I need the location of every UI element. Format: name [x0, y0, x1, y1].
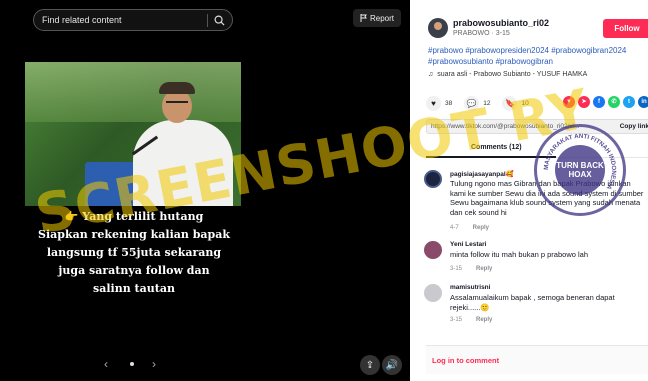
avatar[interactable]: [424, 170, 442, 188]
autoscroll-icon[interactable]: ⇪: [360, 355, 380, 375]
search-divider: [207, 14, 208, 27]
comment-text: Tulung ngono mas Gibran dan bapak Prabow…: [450, 179, 644, 217]
follow-button[interactable]: Follow: [603, 19, 648, 38]
volume-icon[interactable]: 🔊: [382, 355, 402, 375]
comment-text: minta follow itu mah bukan p prabowo lah: [450, 250, 588, 259]
search-placeholder: Find related content: [42, 15, 122, 25]
stats-row: ♥ 38 💬 12 🔖 10: [426, 96, 537, 111]
comment-date: 3-15: [450, 266, 463, 272]
speaker-body-shape: [133, 120, 233, 206]
tiktok-video-page: Find related content Report 👉 Yang terli…: [0, 0, 648, 381]
linkedin-icon[interactable]: in: [638, 96, 648, 108]
next-slide-arrow-icon[interactable]: ›: [152, 357, 156, 371]
share-link-text: https://www.tiktok.com/@prabowosubianto_…: [431, 123, 580, 130]
heart-icon[interactable]: ♥: [426, 96, 441, 111]
reply-button[interactable]: Reply: [476, 317, 492, 323]
save-count: 10: [521, 100, 529, 107]
report-label: Report: [369, 13, 394, 23]
embed-icon[interactable]: ▼: [563, 96, 575, 108]
music-note-icon: ♫: [428, 71, 434, 78]
login-bar: Log in to comment: [426, 345, 648, 374]
search-icon[interactable]: [214, 15, 225, 26]
slide-indicator-dot[interactable]: [130, 362, 134, 366]
facebook-icon[interactable]: f: [593, 96, 605, 108]
share-link-field[interactable]: https://www.tiktok.com/@prabowosubianto_…: [426, 119, 648, 134]
account-subline: PRABOWO · 3-15: [453, 30, 510, 37]
comment-author[interactable]: Yeni Lestari: [450, 241, 487, 248]
login-to-comment-link[interactable]: Log in to comment: [432, 356, 499, 365]
music-row[interactable]: ♫ suara asli - Prabowo Subianto - YUSUF …: [428, 71, 587, 78]
speaker-head-shape: [162, 89, 192, 123]
search-input[interactable]: Find related content: [33, 9, 233, 31]
video-caption: 👉 Yang terlilit hutang Siapkan rekening …: [38, 210, 230, 295]
copy-link-button[interactable]: Copy link: [620, 121, 648, 133]
reply-button[interactable]: Reply: [476, 266, 492, 272]
like-count: 38: [445, 100, 453, 107]
comment-tabs: Comments (12): [426, 140, 648, 158]
music-title: suara asli - Prabowo Subianto - YUSUF HA…: [437, 71, 588, 78]
comment-count: 12: [483, 100, 491, 107]
video-frame[interactable]: [25, 62, 241, 206]
account-name[interactable]: prabowosubianto_ri02: [453, 18, 549, 28]
speaker-hat-shape: [159, 82, 195, 94]
tab-active-indicator: [426, 156, 556, 158]
send-icon[interactable]: ➤: [578, 96, 590, 108]
comment-text: Assalamualaikum bapak , semoga beneran d…: [450, 293, 615, 312]
comment-author[interactable]: mamisutrisni: [450, 284, 490, 291]
comment-meta: 4-7 Reply: [450, 225, 489, 231]
comment-meta: 3-15 Reply: [450, 317, 492, 323]
comment-date: 4-7: [450, 225, 459, 231]
comment-meta: 3-15 Reply: [450, 266, 492, 272]
avatar[interactable]: [424, 284, 442, 302]
speaker-glasses-shape: [166, 101, 188, 106]
avatar[interactable]: [424, 241, 442, 259]
hashtag-list[interactable]: #prabowo #prabowopresiden2024 #prabowogi…: [428, 45, 648, 67]
report-button[interactable]: Report: [353, 9, 401, 27]
reply-button[interactable]: Reply: [473, 225, 489, 231]
share-icons: ▼ ➤ f ✆ t in ➦: [563, 96, 648, 108]
tab-comments[interactable]: Comments (12): [471, 144, 522, 151]
previous-slide-arrow-icon[interactable]: ‹: [104, 357, 108, 371]
comment-date: 3-15: [450, 317, 463, 323]
avatar[interactable]: [428, 18, 448, 38]
whatsapp-icon[interactable]: ✆: [608, 96, 620, 108]
twitter-icon[interactable]: t: [623, 96, 635, 108]
video-background: [25, 62, 241, 122]
flag-icon: [360, 14, 367, 22]
bookmark-icon[interactable]: 🔖: [502, 96, 518, 111]
side-panel: prabowosubianto_ri02 PRABOWO · 3-15 Foll…: [410, 0, 648, 381]
video-player[interactable]: Find related content Report 👉 Yang terli…: [0, 0, 410, 381]
comment-icon[interactable]: 💬: [464, 96, 480, 111]
comment-author[interactable]: pagisiajasayanpal🥰: [450, 170, 514, 178]
